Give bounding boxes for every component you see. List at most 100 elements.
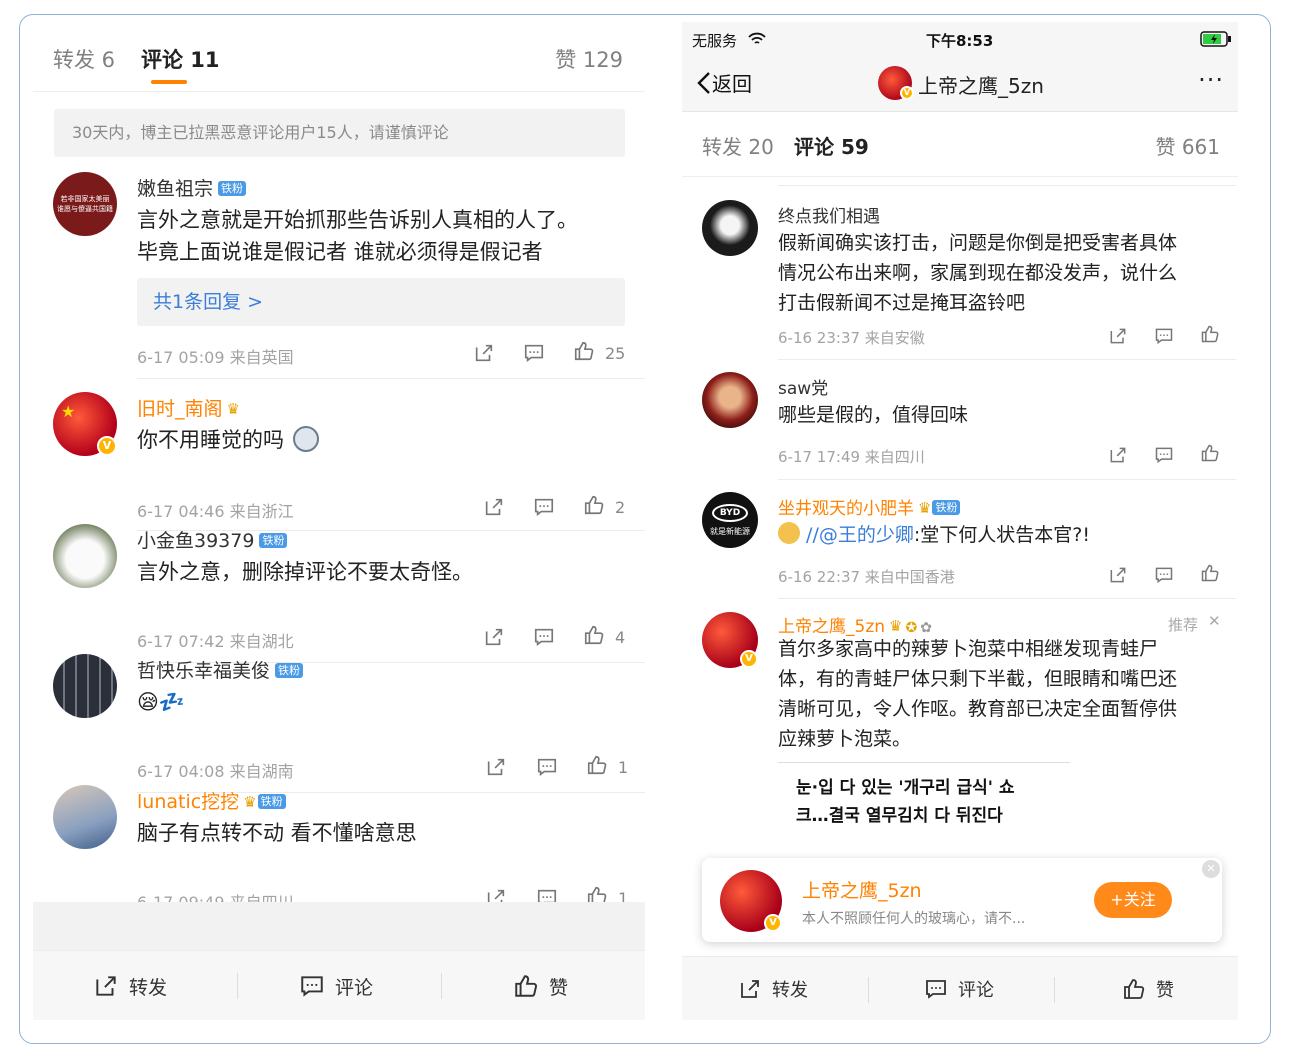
share-icon[interactable] bbox=[473, 342, 495, 364]
repost-button[interactable]: 转发 bbox=[738, 957, 808, 1020]
avatar[interactable] bbox=[702, 372, 758, 428]
share-icon[interactable] bbox=[1108, 326, 1128, 346]
comment-button[interactable]: 评论 bbox=[924, 957, 994, 1020]
close-icon[interactable]: ✕ bbox=[1202, 860, 1220, 878]
thumbs-up-icon[interactable] bbox=[1200, 563, 1220, 583]
comment-icon[interactable] bbox=[1154, 445, 1174, 465]
star-icon: ★ bbox=[61, 402, 76, 421]
username-text[interactable]: 嫩鱼祖宗 bbox=[137, 178, 213, 200]
fan-badge: 铁粉 bbox=[257, 794, 286, 809]
avatar[interactable] bbox=[53, 654, 117, 718]
sleepy-emoji-icon: 😪💤 bbox=[137, 690, 186, 714]
repost-label: 转发 bbox=[772, 980, 808, 1001]
divider bbox=[778, 598, 1236, 599]
like-button[interactable]: 赞 bbox=[1122, 957, 1174, 1020]
avatar[interactable]: 若非国家太美丽 谁愿与傻逼共国籍 bbox=[53, 172, 117, 236]
back-label: 返回 bbox=[712, 72, 752, 96]
comment-username[interactable]: 终点我们相遇 bbox=[778, 202, 880, 227]
share-icon[interactable] bbox=[485, 756, 507, 778]
comment-text: 你不用睡觉的吗 bbox=[137, 428, 284, 452]
comment-meta: 6-17 07:42 来自湖北 bbox=[137, 632, 294, 651]
fan-badge: 铁粉 bbox=[275, 663, 304, 678]
mention-link[interactable]: //@王的少卿 bbox=[806, 524, 914, 546]
comment-username[interactable]: 旧时_南阁 ♛ bbox=[137, 394, 240, 421]
share-icon[interactable] bbox=[1108, 565, 1128, 585]
like-button[interactable]: 赞 bbox=[513, 951, 568, 1021]
divider bbox=[1054, 977, 1055, 1003]
news-headline-line: 크…결국 열무김치 다 뒤진다 bbox=[796, 806, 1003, 826]
repost-button[interactable]: 转发 bbox=[93, 951, 167, 1021]
follow-button[interactable]: +关注 bbox=[1094, 882, 1172, 918]
follow-popup: V 上帝之鹰_5zn 本人不照顾任何人的玻璃心，请不... +关注 ✕ bbox=[702, 858, 1222, 942]
thumbs-up-icon[interactable] bbox=[583, 624, 605, 646]
thumbs-up-icon bbox=[1124, 979, 1145, 999]
comment-icon bbox=[926, 980, 946, 999]
comment-username[interactable]: 小金鱼39379 铁粉 bbox=[137, 526, 288, 553]
share-icon[interactable] bbox=[483, 626, 505, 648]
tab-comment[interactable]: 评论 59 bbox=[794, 131, 869, 160]
username-text[interactable]: 坐井观天的小肥羊 bbox=[778, 499, 914, 519]
avatar-caption: 若非国家太美丽 谁愿与傻逼共国籍 bbox=[57, 195, 113, 213]
left-comments-panel: 转发 6 评论 11 赞 129 30天内，博主已拉黑恶意评论用户15人，请谨慎… bbox=[33, 22, 645, 1020]
view-replies-button[interactable]: 共1条回复 > bbox=[137, 278, 625, 326]
husky-emoji-icon bbox=[292, 426, 319, 452]
thumbs-up-icon[interactable] bbox=[586, 754, 608, 776]
crown-icon: ♛ bbox=[918, 499, 932, 517]
avatar[interactable] bbox=[53, 785, 117, 849]
avatar[interactable] bbox=[53, 524, 117, 588]
right-bottom-action-bar: 转发 评论 赞 bbox=[682, 956, 1238, 1020]
doge-emoji-icon bbox=[778, 522, 800, 544]
thumbs-up-icon[interactable] bbox=[583, 494, 605, 516]
tab-like[interactable]: 赞 661 bbox=[1155, 131, 1220, 160]
nav-title[interactable]: 上帝之鹰_5zn bbox=[918, 70, 1044, 99]
clock: 下午8:53 bbox=[926, 32, 994, 50]
thumbs-up-icon[interactable] bbox=[1200, 443, 1220, 463]
verified-icon: V bbox=[764, 914, 782, 932]
avatar[interactable]: BYD 就是新能源 bbox=[702, 492, 758, 548]
popup-username[interactable]: 上帝之鹰_5zn bbox=[802, 876, 922, 903]
tab-like[interactable]: 赞 129 bbox=[555, 44, 623, 74]
comment-username[interactable]: 嫩鱼祖宗 铁粉 bbox=[137, 174, 247, 201]
comment-username[interactable]: saw党 bbox=[778, 374, 828, 399]
blacklist-notice: 30天内，博主已拉黑恶意评论用户15人，请谨慎评论 bbox=[54, 109, 625, 157]
tab-repost[interactable]: 转发 20 bbox=[702, 131, 774, 160]
thumbs-up-icon bbox=[515, 975, 537, 997]
more-icon[interactable]: ··· bbox=[1198, 66, 1224, 94]
like-count: 1 bbox=[618, 758, 629, 777]
share-icon[interactable] bbox=[1108, 445, 1128, 465]
comment-username[interactable]: 哲快乐幸福美俊 铁粉 bbox=[137, 656, 304, 683]
like-label: 赞 bbox=[1156, 980, 1174, 1001]
username-text[interactable]: 小金鱼39379 bbox=[137, 530, 254, 552]
thumbs-up-icon[interactable] bbox=[573, 340, 595, 362]
post-text-line: 体，有的青蛙尸体只剩下半截，但眼睛和嘴巴还 bbox=[778, 668, 1178, 690]
left-bottom-action-bar: 转发 评论 赞 bbox=[33, 950, 645, 1020]
share-icon[interactable] bbox=[483, 496, 505, 518]
thumbs-up-icon[interactable] bbox=[1200, 324, 1220, 344]
comment-icon[interactable] bbox=[1154, 326, 1174, 346]
comment-button[interactable]: 评论 bbox=[299, 951, 373, 1021]
crown-icon: ♛ bbox=[243, 793, 257, 811]
comment-icon[interactable] bbox=[533, 496, 555, 518]
chevron-left-icon bbox=[697, 71, 710, 94]
comment-icon[interactable] bbox=[533, 626, 555, 648]
byd-logo: BYD bbox=[712, 504, 748, 522]
tab-comment[interactable]: 评论 11 bbox=[141, 44, 220, 74]
comment-text: :堂下何人状告本官?! bbox=[913, 524, 1090, 546]
username-text[interactable]: 旧时_南阁 bbox=[137, 398, 223, 420]
comment-username[interactable]: lunatic挖挖 ♛ 铁粉 bbox=[137, 787, 286, 814]
avatar-caption: 就是新能源 bbox=[710, 527, 750, 536]
tab-repost[interactable]: 转发 6 bbox=[53, 44, 115, 74]
username-text[interactable]: 哲快乐幸福美俊 bbox=[137, 660, 270, 682]
crown-icon: ♛ bbox=[226, 400, 240, 418]
comment-icon[interactable] bbox=[536, 756, 558, 778]
comment-username[interactable]: 坐井观天的小肥羊 ♛ 铁粉 bbox=[778, 494, 961, 519]
back-button[interactable]: 返回 bbox=[696, 68, 752, 97]
comment-icon[interactable] bbox=[523, 342, 545, 364]
username-text[interactable]: lunatic挖挖 bbox=[137, 791, 239, 813]
dismiss-icon[interactable]: ✕ bbox=[1208, 612, 1221, 630]
comment-icon[interactable] bbox=[1154, 565, 1174, 585]
avatar[interactable] bbox=[702, 200, 758, 256]
post-text-line: 清晰可见，令人作呕。教育部已决定全面暂停供 bbox=[778, 698, 1178, 720]
right-phone-panel: 无服务 下午8:53 返回 V 上帝之鹰_5zn ··· 转发 20 评论 59… bbox=[682, 22, 1238, 1020]
like-count: 25 bbox=[605, 344, 626, 363]
